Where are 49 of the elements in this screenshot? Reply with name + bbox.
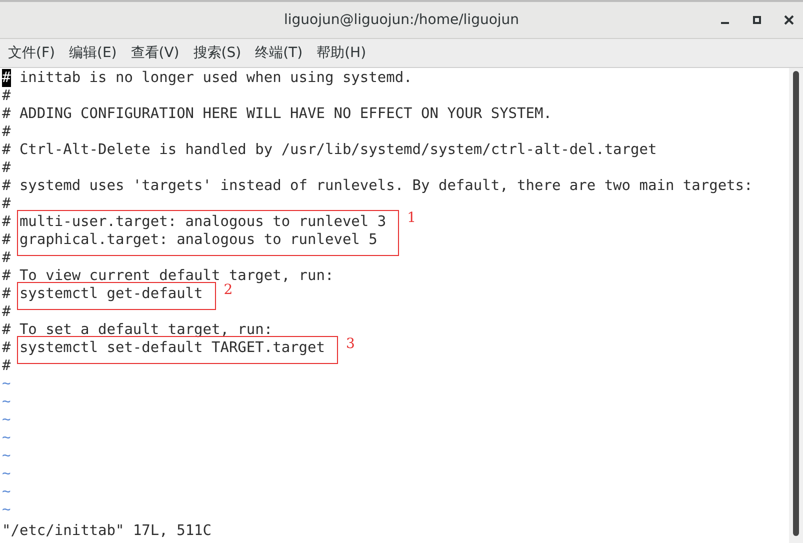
menu-item[interactable]: 文件(F) — [2, 41, 61, 65]
maximize-icon[interactable] — [751, 14, 763, 26]
menu-item[interactable]: 搜索(S) — [187, 41, 248, 65]
scrollbar[interactable] — [789, 68, 803, 543]
comment-marker: # — [2, 321, 11, 339]
annotation-number: 3 — [346, 335, 355, 353]
comment-marker: # — [2, 303, 11, 321]
annotation-number: 1 — [407, 209, 416, 227]
empty-line-marker: ~ — [2, 501, 12, 519]
empty-line-marker: ~ — [2, 375, 12, 393]
status-message: "/etc/inittab" 17L, 511C — [2, 522, 213, 541]
comment-marker: # — [2, 159, 11, 177]
empty-line-marker: ~ — [2, 447, 12, 465]
code-line: systemd uses 'targets' instead of runlevels. By default, there are two main targets: — [19, 177, 753, 195]
menu-item[interactable]: 终端(T) — [249, 41, 309, 65]
code-line: graphical.target: analogous to runlevel 5 — [19, 231, 378, 249]
menu-item[interactable]: 查看(V) — [124, 41, 186, 65]
code-line: To view current default target, run: — [19, 267, 334, 284]
code-line: systemctl set-default TARGET.target — [19, 339, 325, 357]
empty-line-marker: ~ — [2, 465, 12, 483]
comment-marker: # — [2, 357, 11, 375]
comment-marker: # — [2, 105, 11, 123]
empty-line-marker: ~ — [2, 483, 12, 501]
code-line: Ctrl-Alt-Delete is handled by /usr/lib/systemd/system/ctrl-alt-del.target — [19, 141, 657, 159]
comment-marker: # — [2, 141, 11, 159]
empty-line-marker: ~ — [2, 393, 12, 411]
cursor-comment-marker: # — [2, 69, 11, 87]
comment-marker: # — [2, 195, 11, 213]
comment-marker: # — [2, 267, 11, 285]
comment-marker: # — [2, 123, 11, 141]
code-line: systemctl get-default — [19, 285, 203, 303]
comment-marker: # — [2, 177, 11, 195]
code-line: multi-user.target: analogous to runlevel 3 — [19, 213, 386, 231]
comment-marker: # — [2, 249, 11, 267]
empty-line-marker: ~ — [2, 411, 12, 429]
comment-marker: # — [2, 339, 11, 357]
comment-marker: # — [2, 87, 11, 105]
comment-marker: # — [2, 231, 11, 249]
code-line: ADDING CONFIGURATION HERE WILL HAVE NO EFFECT ON YOUR SYSTEM. — [19, 105, 552, 123]
menu-item[interactable]: 帮助(H) — [310, 41, 372, 65]
code-line: To set a default target, run: — [19, 321, 273, 339]
close-icon[interactable] — [783, 14, 795, 26]
empty-line-marker: ~ — [2, 429, 12, 447]
annotation-number: 2 — [224, 282, 233, 299]
menu-item[interactable]: 编辑(E) — [62, 41, 123, 65]
code-line: inittab is no longer used when using systemd. — [19, 69, 412, 87]
window-title: liguojun@liguojun:/home/liguojun — [284, 12, 520, 28]
comment-marker: # — [2, 213, 11, 231]
comment-marker: # — [2, 285, 11, 303]
